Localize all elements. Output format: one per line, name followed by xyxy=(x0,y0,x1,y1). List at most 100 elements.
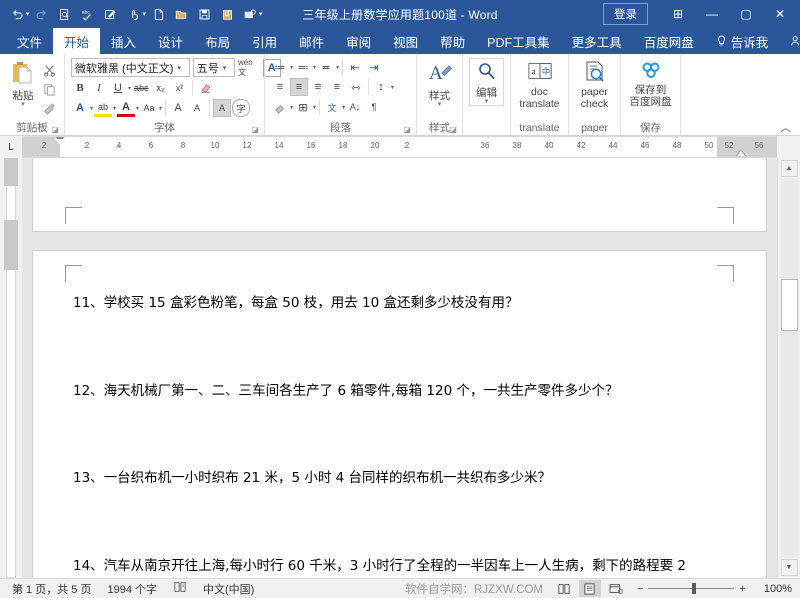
highlight-dropdown-icon[interactable]: ▾ xyxy=(113,105,116,112)
document-canvas[interactable]: 11、学校买 15 盒彩色粉笔，每盒 50 枝，用去 10 盒还剩多少枝没有用？… xyxy=(22,158,777,578)
tab-baidu-netdisk[interactable]: 百度网盘 xyxy=(633,28,705,54)
text-effects-icon[interactable]: A xyxy=(71,99,89,117)
customize-qat-icon[interactable]: ▾ xyxy=(259,10,263,18)
grow-font-icon[interactable]: A xyxy=(169,99,187,117)
bold-button[interactable]: B xyxy=(71,79,89,97)
text-highlight-icon[interactable]: ab xyxy=(94,99,112,117)
bullets-dropdown-icon[interactable]: ▾ xyxy=(290,64,293,71)
tab-stop-selector[interactable]: L xyxy=(0,136,22,158)
touch-mode-icon[interactable] xyxy=(123,3,145,25)
web-layout-button[interactable] xyxy=(605,580,627,597)
text-effects-dropdown-icon[interactable]: ▾ xyxy=(90,105,93,112)
asian-layout-icon[interactable]: 文 xyxy=(323,98,341,116)
proofing-status-icon[interactable]: x xyxy=(165,581,195,596)
paste-button[interactable]: 粘贴 ▾ xyxy=(6,58,40,108)
asian-layout-dropdown-icon[interactable]: ▾ xyxy=(342,104,345,111)
editing-dropdown-icon[interactable]: ▾ xyxy=(485,99,489,105)
zoom-control[interactable]: − + xyxy=(631,583,752,595)
increase-indent-icon[interactable]: ⇥ xyxy=(365,58,383,76)
paragraph-dialog-launcher-icon[interactable]: ◪ xyxy=(403,123,411,137)
redo-icon[interactable] xyxy=(31,3,53,25)
share-button[interactable]: 共享 xyxy=(779,28,800,54)
align-center-icon[interactable]: ≡ xyxy=(290,78,308,96)
tab-view[interactable]: 视图 xyxy=(382,28,429,54)
zoom-out-button[interactable]: − xyxy=(637,583,643,595)
doc-translate-button[interactable]: a中 doc translate xyxy=(517,58,562,110)
close-button[interactable]: ✕ xyxy=(764,1,796,27)
editing-button[interactable]: 编辑 ▾ xyxy=(469,58,504,106)
page-number-status[interactable]: 第 1 页，共 5 页 xyxy=(4,581,99,597)
line-spacing-icon[interactable]: ↕ xyxy=(372,78,390,96)
collapse-ribbon-icon[interactable]: ︿ xyxy=(781,122,792,134)
paper-check-button[interactable]: paper check xyxy=(575,58,614,110)
new-document-icon[interactable] xyxy=(147,3,169,25)
zoom-slider-thumb[interactable] xyxy=(692,583,696,594)
shading-dropdown-icon[interactable]: ▾ xyxy=(290,104,293,111)
tab-references[interactable]: 引用 xyxy=(241,28,288,54)
strikethrough-button[interactable]: abc xyxy=(132,79,151,97)
edit-icon[interactable] xyxy=(100,3,122,25)
print-preview-icon[interactable] xyxy=(54,3,76,25)
language-status[interactable]: 中文(中国) xyxy=(195,581,262,597)
paragraph-q12[interactable]: 12、海天机械厂第一、二、三车间各生产了 6 箱零件,每箱 120 个，一共生产… xyxy=(73,381,730,402)
paste-dropdown-icon[interactable]: ▾ xyxy=(21,102,25,108)
scrollbar-thumb[interactable] xyxy=(781,279,798,331)
underline-button[interactable]: U xyxy=(109,79,127,97)
character-shading-icon[interactable]: A xyxy=(213,99,231,117)
vertical-scrollbar[interactable]: ▲ ▼ xyxy=(777,158,800,578)
zoom-slider-track[interactable] xyxy=(648,588,734,589)
italic-button[interactable]: I xyxy=(90,79,108,97)
line-spacing-dropdown-icon[interactable]: ▾ xyxy=(391,84,394,91)
tab-file[interactable]: 文件 xyxy=(6,28,53,54)
open-icon[interactable] xyxy=(170,3,192,25)
show-formatting-marks-icon[interactable]: ¶ xyxy=(365,98,383,116)
tab-mailings[interactable]: 邮件 xyxy=(288,28,335,54)
zoom-level-label[interactable]: 100% xyxy=(756,583,796,595)
superscript-button[interactable]: x² xyxy=(171,79,189,97)
shading-icon[interactable] xyxy=(271,98,289,116)
tab-more-tools[interactable]: 更多工具 xyxy=(561,28,633,54)
paragraph-q13[interactable]: 13、一台织布机一小时织布 21 米，5 小时 4 台同样的织布机一共织布多少米… xyxy=(73,468,730,489)
borders-dropdown-icon[interactable]: ▾ xyxy=(313,104,316,111)
multilevel-list-icon[interactable]: ≖ xyxy=(317,58,335,76)
tab-insert[interactable]: 插入 xyxy=(100,28,147,54)
spelling-check-icon[interactable]: abc xyxy=(77,3,99,25)
cut-icon[interactable] xyxy=(40,61,58,79)
scrollbar-track[interactable] xyxy=(781,179,798,557)
tab-tell-me[interactable]: 告诉我 xyxy=(705,28,780,54)
numbering-dropdown-icon[interactable]: ▾ xyxy=(313,64,316,71)
paragraph-q14[interactable]: 14、汽车从南京开往上海,每小时行 60 千米，3 小时行了全程的一半因车上一人… xyxy=(73,556,730,578)
clipboard-dialog-launcher-icon[interactable]: ◪ xyxy=(51,123,59,137)
tab-design[interactable]: 设计 xyxy=(147,28,194,54)
sort-icon[interactable]: A↓ xyxy=(346,98,364,116)
align-right-icon[interactable]: ≡ xyxy=(309,78,327,96)
horizontal-ruler[interactable]: 2 2 4 6 8 10 12 14 16 18 20 2 36 38 40 4… xyxy=(22,136,777,158)
font-name-combobox[interactable]: 微软雅黑 (中文正文) ▾ xyxy=(71,58,190,77)
numbering-icon[interactable]: ≕ xyxy=(294,58,312,76)
email-icon[interactable] xyxy=(239,3,261,25)
tab-home[interactable]: 开始 xyxy=(53,28,100,54)
zoom-in-button[interactable]: + xyxy=(739,583,745,595)
font-color-icon[interactable]: A xyxy=(117,99,135,117)
copy-icon[interactable] xyxy=(40,80,58,98)
font-size-combobox[interactable]: 五号 ▾ xyxy=(193,58,235,77)
distribute-icon[interactable]: ⇿ xyxy=(347,78,365,96)
styles-dropdown-icon[interactable]: ▾ xyxy=(438,102,442,108)
undo-dropdown-icon[interactable]: ▾ xyxy=(26,10,30,18)
font-color-dropdown-icon[interactable]: ▾ xyxy=(136,105,139,112)
read-mode-button[interactable] xyxy=(553,580,575,597)
touch-mode-dropdown-icon[interactable]: ▾ xyxy=(143,10,147,18)
styles-dialog-launcher-icon[interactable]: ◪ xyxy=(449,123,457,137)
change-case-dropdown-icon[interactable]: ▾ xyxy=(159,105,162,112)
scroll-up-icon[interactable]: ▲ xyxy=(781,160,798,177)
underline-dropdown-icon[interactable]: ▾ xyxy=(128,85,131,92)
maximize-button[interactable]: ▢ xyxy=(730,1,762,27)
minimize-button[interactable]: — xyxy=(696,1,728,27)
sign-in-button[interactable]: 登录 xyxy=(603,3,648,25)
align-left-icon[interactable]: ≡ xyxy=(271,78,289,96)
font-name-dropdown-icon[interactable]: ▾ xyxy=(177,64,181,72)
vertical-ruler[interactable] xyxy=(0,158,22,578)
save-to-baidu-button[interactable]: 保存到 百度网盘 xyxy=(627,58,674,108)
clear-formatting-icon[interactable] xyxy=(196,79,214,97)
borders-icon[interactable]: ⊞ xyxy=(294,98,312,116)
